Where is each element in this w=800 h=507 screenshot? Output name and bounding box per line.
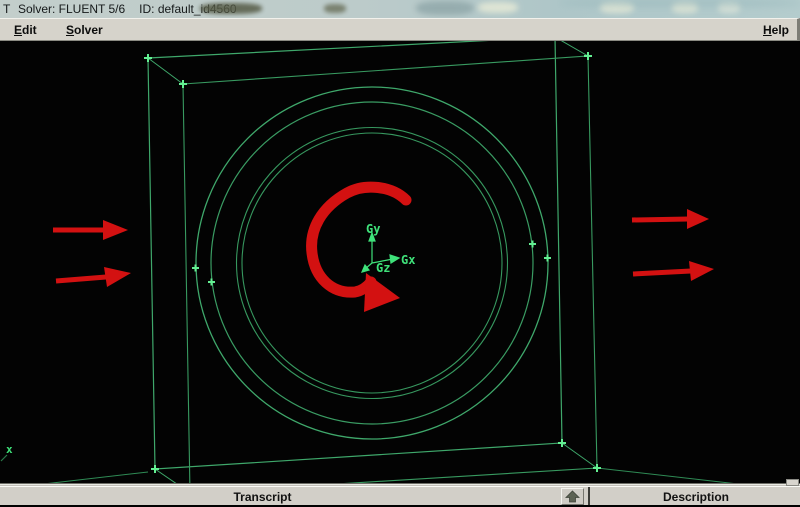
axis-z-label: Gz: [376, 261, 390, 275]
menu-bar: Edit Solver Help: [0, 18, 800, 41]
axis-y-label: Gy: [366, 222, 380, 236]
graphics-viewport[interactable]: Gy Gx Gz x: [0, 41, 800, 483]
menu-edit[interactable]: Edit: [14, 23, 37, 37]
corner-axis-label: x: [6, 443, 13, 456]
axis-x-arrowhead: [389, 254, 401, 265]
description-pane-label: Description: [662, 490, 729, 504]
solver-label: Solver: FLUENT 5/6: [18, 2, 126, 16]
titlebar-smudge: [560, 0, 800, 6]
clipped-domain-edges: [47, 467, 734, 483]
flow-arrow-right-top: [631, 209, 709, 229]
titlebar-smudge: [416, 1, 474, 15]
axis-x-label: Gx: [401, 253, 415, 267]
titlebar-smudge: [324, 4, 346, 13]
window-title-bar: T Solver: FLUENT 5/6 ID: default_id4560: [0, 0, 800, 18]
flow-arrows-right: [631, 209, 714, 281]
menu-help[interactable]: Help: [763, 23, 789, 37]
wireframe-scene: Gy Gx Gz x: [0, 41, 734, 483]
flow-arrow-left-bottom: [55, 267, 131, 287]
bottom-panel-bar: Transcript Description: [0, 483, 800, 505]
up-arrow-icon: [565, 490, 580, 503]
flow-arrow-right-bottom: [632, 261, 714, 281]
transcript-pane-label: Transcript: [233, 490, 292, 504]
rotation-annotation-arrowhead: [364, 273, 400, 312]
titlebar-smudge: [478, 2, 518, 13]
flow-arrow-left-top: [53, 220, 128, 240]
duct-front-face: [147, 41, 563, 470]
raise-transcript-button[interactable]: [561, 488, 584, 505]
rotation-annotation: [306, 181, 412, 312]
menu-solver[interactable]: Solver: [66, 23, 103, 37]
corner-axis-indicator: x: [0, 443, 13, 462]
scrollbar-corner-chip: [786, 479, 799, 486]
axis-triad: Gy Gx Gz: [360, 222, 415, 275]
flow-arrows-left: [53, 220, 131, 287]
titlebar-smudge: [200, 3, 262, 14]
pane-divider: [588, 487, 590, 505]
window-title-fragment: T: [3, 2, 11, 16]
